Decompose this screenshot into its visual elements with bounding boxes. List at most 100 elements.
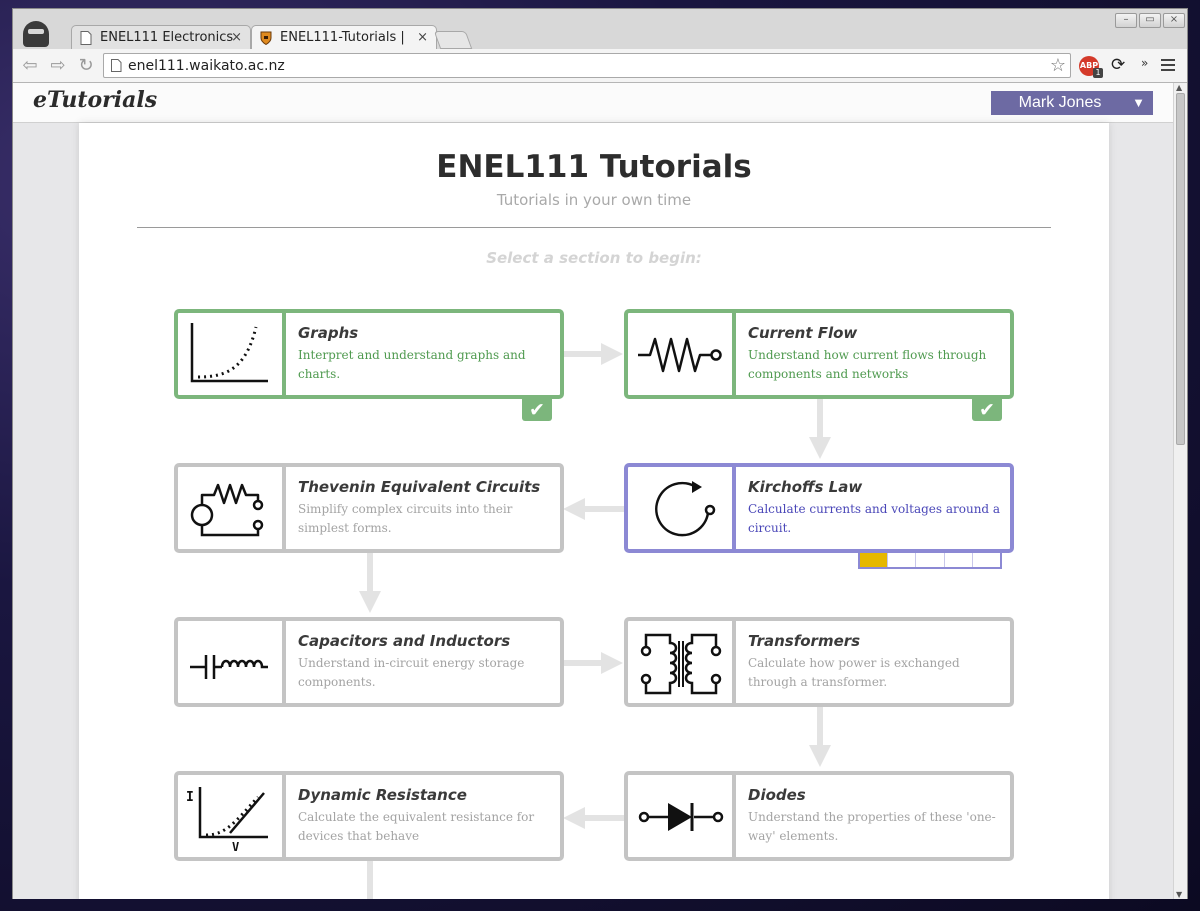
tab-enel111-tutorials[interactable]: ENEL111-Tutorials | × bbox=[251, 25, 437, 51]
section-description: Understand how current flows through com… bbox=[748, 348, 987, 381]
icon-box bbox=[178, 621, 286, 703]
new-tab-button[interactable] bbox=[433, 31, 473, 49]
adblock-count-badge: 1 bbox=[1093, 68, 1103, 78]
section-card-diodes[interactable]: Diodes Understand the properties of thes… bbox=[624, 771, 1014, 861]
main-content: ENEL111 Tutorials Tutorials in your own … bbox=[79, 123, 1109, 899]
progress-segment bbox=[973, 553, 1000, 567]
page-viewport: eTutorials Mark Jones ▼ ENEL111 Tutorial… bbox=[13, 83, 1173, 899]
section-card-thevenin[interactable]: Thevenin Equivalent Circuits Simplify co… bbox=[174, 463, 564, 553]
chevron-down-icon: ▼ bbox=[1132, 95, 1145, 110]
restore-button[interactable]: ▭ bbox=[1139, 13, 1161, 28]
arrow-right-icon bbox=[563, 343, 623, 365]
section-card-kirchoffs-law[interactable]: Kirchoffs Law Calculate currents and vol… bbox=[624, 463, 1014, 553]
section-card-graphs[interactable]: Graphs Interpret and understand graphs a… bbox=[174, 309, 564, 399]
section-title: Diodes bbox=[748, 786, 806, 804]
section-title: Graphs bbox=[298, 324, 359, 342]
page-title: ENEL111 Tutorials bbox=[436, 149, 752, 185]
icon-box bbox=[628, 467, 736, 549]
icon-box bbox=[178, 467, 286, 549]
address-input[interactable] bbox=[128, 56, 1028, 75]
section-description: Interpret and understand graphs and char… bbox=[298, 348, 526, 381]
extensions-overflow-icon[interactable]: » bbox=[1141, 56, 1148, 70]
browser-profile-icon[interactable] bbox=[23, 21, 49, 47]
icon-box bbox=[628, 621, 736, 703]
icon-box bbox=[178, 313, 286, 395]
section-prompt: Select a section to begin: bbox=[486, 249, 702, 267]
progress-segment bbox=[860, 553, 889, 567]
section-description: Simplify complex circuits into their sim… bbox=[298, 502, 513, 535]
iv-curve-icon: I V bbox=[186, 787, 268, 851]
browser-window: ENEL111 Electronics × ENEL111-Tutorials … bbox=[12, 8, 1188, 899]
section-title: Current Flow bbox=[748, 324, 858, 342]
progress-segment bbox=[916, 553, 945, 567]
progress-segment bbox=[945, 553, 973, 567]
bookmark-star-icon[interactable]: ☆ bbox=[1050, 54, 1066, 77]
section-title: Dynamic Resistance bbox=[298, 786, 467, 804]
section-title: Capacitors and Inductors bbox=[298, 632, 511, 650]
arrow-down-icon bbox=[359, 553, 381, 613]
section-title: Transformers bbox=[748, 632, 861, 650]
current-axis-label: I bbox=[186, 790, 194, 805]
loop-icon bbox=[655, 481, 716, 537]
section-description: Calculate how power is exchanged through… bbox=[748, 656, 960, 689]
reload-button[interactable]: ↻ bbox=[75, 55, 97, 77]
divider bbox=[137, 227, 1051, 228]
shield-favicon-icon bbox=[260, 31, 272, 45]
page-icon bbox=[80, 31, 92, 45]
section-description: Understand in-circuit energy storage com… bbox=[298, 656, 525, 689]
arrow-down-icon bbox=[367, 861, 373, 899]
arrow-left-icon bbox=[563, 807, 625, 829]
tab-label: ENEL111 Electronics bbox=[100, 30, 234, 45]
scroll-down-icon[interactable]: ▼ bbox=[1176, 890, 1182, 899]
progress-segment bbox=[888, 553, 917, 567]
section-card-capacitors-inductors[interactable]: Capacitors and Inductors Understand in-c… bbox=[174, 617, 564, 707]
browser-toolbar: ⇦ ⇨ ↻ ☆ ABP 1 ⟳ » bbox=[13, 49, 1187, 83]
section-card-transformers[interactable]: Transformers Calculate how power is exch… bbox=[624, 617, 1014, 707]
back-button[interactable]: ⇦ bbox=[19, 55, 41, 77]
arrow-left-icon bbox=[563, 498, 625, 520]
arrow-right-icon bbox=[563, 652, 623, 674]
forward-button[interactable]: ⇨ bbox=[47, 55, 69, 77]
section-card-dynamic-resistance[interactable]: I V Dynamic Resistance Calculate the equ… bbox=[174, 771, 564, 861]
user-menu-button[interactable]: Mark Jones ▼ bbox=[991, 91, 1153, 115]
section-card-current-flow[interactable]: Current Flow Understand how current flow… bbox=[624, 309, 1014, 399]
voltage-axis-label: V bbox=[232, 840, 239, 851]
section-title: Kirchoffs Law bbox=[748, 478, 863, 496]
address-bar[interactable]: ☆ bbox=[103, 53, 1071, 78]
sync-extension-icon[interactable]: ⟳ bbox=[1111, 55, 1125, 75]
checkmark-icon: ✔ bbox=[972, 399, 1002, 421]
arrow-down-icon bbox=[809, 707, 831, 767]
section-description: Calculate the equivalent resistance for … bbox=[298, 810, 535, 843]
close-window-button[interactable]: × bbox=[1163, 13, 1185, 28]
tab-close-icon[interactable]: × bbox=[417, 26, 428, 50]
diode-icon bbox=[638, 803, 724, 831]
tab-enel111-electronics[interactable]: ENEL111 Electronics × bbox=[71, 25, 251, 51]
transformer-icon bbox=[640, 633, 722, 695]
site-logo[interactable]: eTutorials bbox=[33, 87, 157, 113]
tab-label: ENEL111-Tutorials | bbox=[280, 30, 405, 45]
section-progress-bar bbox=[858, 553, 1002, 569]
arrow-down-icon bbox=[809, 399, 831, 459]
capacitor-inductor-icon bbox=[190, 655, 268, 679]
section-description: Calculate currents and voltages around a… bbox=[748, 502, 1001, 535]
page-subtitle: Tutorials in your own time bbox=[496, 191, 692, 209]
browser-menu-icon[interactable] bbox=[1161, 59, 1175, 71]
site-header: eTutorials Mark Jones ▼ bbox=[13, 83, 1173, 123]
section-description: Understand the properties of these 'one-… bbox=[748, 810, 996, 843]
section-title: Thevenin Equivalent Circuits bbox=[298, 478, 541, 496]
vertical-scrollbar[interactable]: ▲ ▼ bbox=[1173, 83, 1187, 899]
scroll-thumb[interactable] bbox=[1176, 93, 1185, 445]
icon-box: I V bbox=[178, 775, 286, 857]
graph-icon bbox=[190, 323, 268, 383]
icon-box bbox=[628, 775, 736, 857]
scroll-up-icon[interactable]: ▲ bbox=[1176, 83, 1182, 92]
title-bar: ENEL111 Electronics × ENEL111-Tutorials … bbox=[13, 9, 1187, 51]
minimize-button[interactable]: – bbox=[1115, 13, 1137, 28]
checkmark-icon: ✔ bbox=[522, 399, 552, 421]
circuit-icon bbox=[190, 483, 264, 537]
user-name: Mark Jones bbox=[1018, 94, 1102, 111]
icon-box bbox=[628, 313, 736, 395]
resistor-icon bbox=[638, 337, 722, 373]
page-icon bbox=[111, 59, 122, 72]
tab-close-icon[interactable]: × bbox=[231, 26, 242, 50]
